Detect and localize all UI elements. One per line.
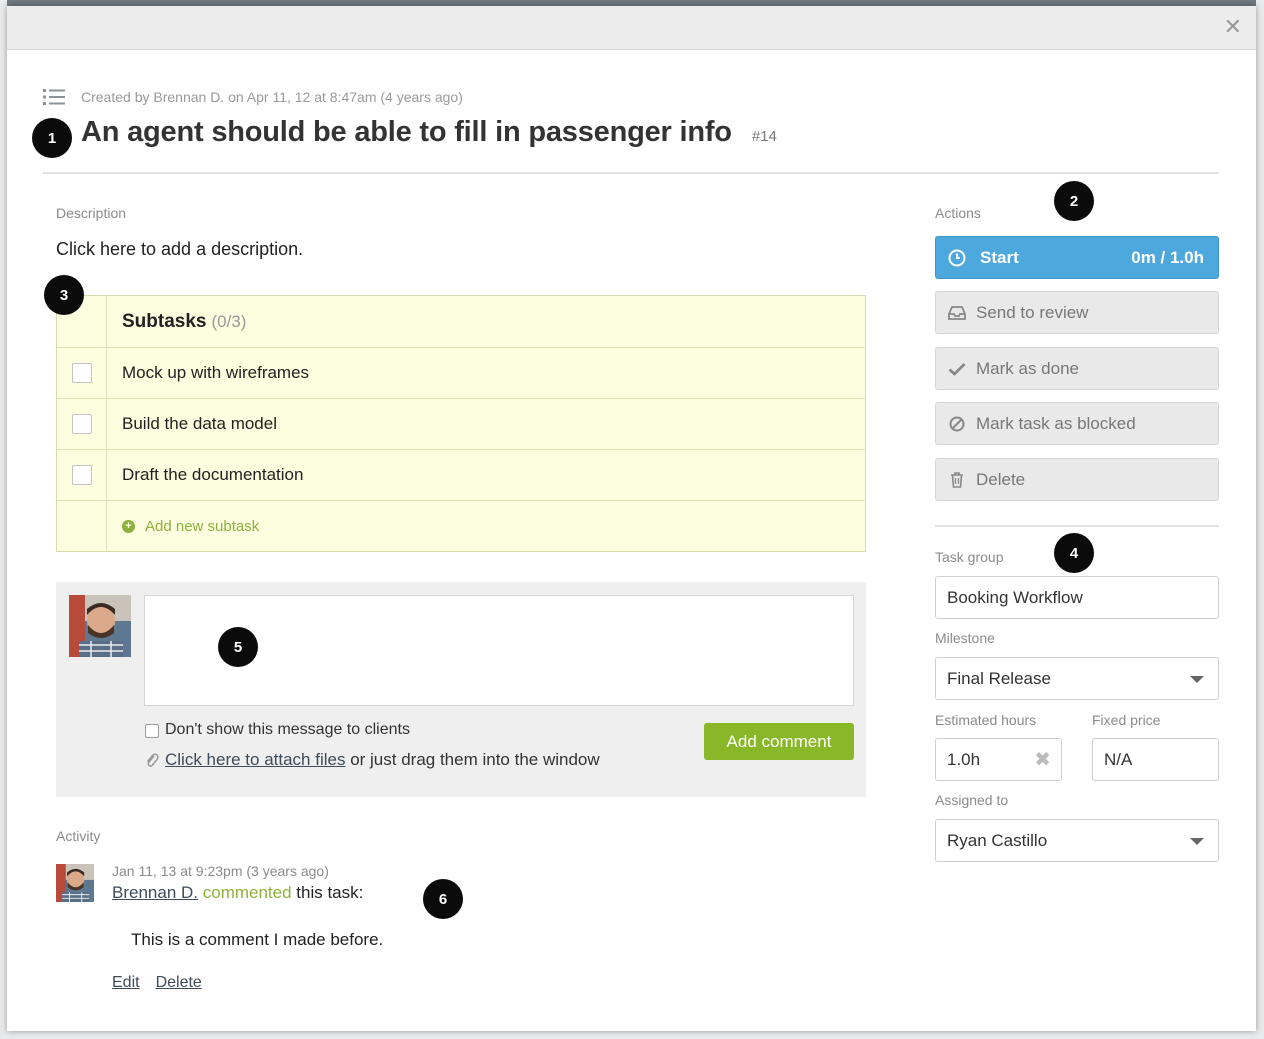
subtasks-title: Subtasks xyxy=(122,310,207,332)
add-subtask-label: Add new subtask xyxy=(145,517,260,535)
title-divider xyxy=(43,172,1219,174)
activity-actions: Edit Delete xyxy=(112,974,218,992)
activity-summary: Brennan D. commented this task: xyxy=(112,883,363,903)
milestone-value: Final Release xyxy=(947,668,1051,688)
close-icon[interactable]: ✕ xyxy=(1224,16,1242,38)
subtasks-panel: Subtasks (0/3) Mock up with wireframes B… xyxy=(56,295,866,552)
assigned-to-label: Assigned to xyxy=(935,792,1009,808)
subtask-checkbox[interactable] xyxy=(71,465,92,485)
task-group-value: Booking Workflow xyxy=(947,587,1083,607)
activity-user-link[interactable]: Brennan D. xyxy=(112,883,198,902)
actions-divider xyxy=(935,525,1219,527)
attach-files-line: Click here to attach files or just drag … xyxy=(165,750,600,770)
task-group-label: Task group xyxy=(935,549,1004,565)
fixed-price-field[interactable]: N/A xyxy=(1092,738,1219,781)
milestone-label: Milestone xyxy=(935,630,995,646)
hide-from-clients-label: Don't show this message to clients xyxy=(165,721,410,738)
hide-from-clients-checkbox[interactable] xyxy=(145,724,159,738)
description-label: Description xyxy=(56,205,127,221)
send-to-review-label: Send to review xyxy=(976,302,1089,322)
modal-header: ✕ xyxy=(7,6,1256,50)
activity-verb: commented xyxy=(202,883,292,902)
attach-files-hint: or just drag them into the window xyxy=(345,750,600,769)
delete-comment-link[interactable]: Delete xyxy=(156,974,202,991)
created-text: Created by Brennan D. on Apr 11, 12 at 8… xyxy=(81,89,463,105)
trash-icon xyxy=(948,471,966,489)
task-group-field[interactable]: Booking Workflow xyxy=(935,576,1219,619)
task-modal: ✕ Created by Brennan D. on Apr 11, 12 at… xyxy=(7,6,1256,1031)
time-tracked: 0m / 1.0h xyxy=(1131,247,1204,267)
blocked-icon xyxy=(948,415,966,433)
subtask-label[interactable]: Draft the documentation xyxy=(107,450,865,500)
estimated-hours-label: Estimated hours xyxy=(935,712,1037,728)
mark-as-done-button[interactable]: Mark as done xyxy=(935,347,1219,390)
actions-label: Actions xyxy=(935,205,981,221)
attach-files-link[interactable]: Click here to attach files xyxy=(165,750,345,769)
checkmark-icon xyxy=(948,360,966,378)
paperclip-icon xyxy=(146,753,159,767)
milestone-select[interactable]: Final Release xyxy=(935,657,1219,700)
add-subtask-row: + Add new subtask xyxy=(57,500,865,551)
subtasks-count: (0/3) xyxy=(211,311,247,331)
subtask-row: Draft the documentation xyxy=(57,449,865,500)
delete-task-button[interactable]: Delete xyxy=(935,458,1219,501)
plus-circle-icon: + xyxy=(122,519,135,533)
subtask-checkbox[interactable] xyxy=(71,363,92,383)
background-page-left xyxy=(0,0,7,1039)
add-comment-button[interactable]: Add comment xyxy=(704,723,854,760)
delete-task-label: Delete xyxy=(976,469,1026,489)
subtask-label[interactable]: Mock up with wireframes xyxy=(107,348,865,398)
comment-composer: Don't show this message to clients Click… xyxy=(56,582,866,797)
activity-label: Activity xyxy=(56,828,101,844)
avatar xyxy=(69,595,131,657)
avatar xyxy=(56,864,94,902)
add-subtask-button[interactable]: + Add new subtask xyxy=(122,518,259,535)
estimated-hours-value: 1.0h xyxy=(947,749,981,769)
subtask-checkbox[interactable] xyxy=(71,414,92,434)
title-row: An agent should be able to fill in passe… xyxy=(81,116,777,149)
annotation-badge-1: 1 xyxy=(32,118,72,158)
edit-comment-link[interactable]: Edit xyxy=(112,974,140,991)
subtasks-header: Subtasks (0/3) xyxy=(57,296,865,347)
estimated-hours-field[interactable]: 1.0h ✖ xyxy=(935,738,1062,781)
subtask-label[interactable]: Build the data model xyxy=(107,399,865,449)
clear-icon[interactable]: ✖ xyxy=(1034,750,1051,770)
annotation-badge-6: 6 xyxy=(423,879,463,919)
annotation-badge-5: 5 xyxy=(218,627,258,667)
chevron-down-icon xyxy=(1190,675,1204,683)
assignee-value: Ryan Castillo xyxy=(947,830,1048,850)
send-to-review-button[interactable]: Send to review xyxy=(935,291,1219,334)
activity-timestamp: Jan 11, 13 at 9:23pm (3 years ago) xyxy=(112,863,329,879)
clock-icon xyxy=(948,249,966,266)
chevron-down-icon xyxy=(1190,837,1204,845)
mark-as-done-label: Mark as done xyxy=(976,358,1079,378)
background-page-right xyxy=(1256,0,1264,1039)
list-icon xyxy=(43,89,65,105)
inbox-icon xyxy=(948,304,966,322)
mark-blocked-label: Mark task as blocked xyxy=(976,413,1136,433)
activity-comment-text: This is a comment I made before. xyxy=(131,930,384,949)
annotation-badge-4: 4 xyxy=(1054,533,1094,573)
start-timer-button[interactable]: Start 0m / 1.0h xyxy=(935,236,1219,279)
annotation-badge-3: 3 xyxy=(44,275,84,315)
annotation-badge-2: 2 xyxy=(1054,181,1094,221)
start-label: Start xyxy=(980,247,1019,267)
assignee-select[interactable]: Ryan Castillo xyxy=(935,819,1219,862)
description-placeholder[interactable]: Click here to add a description. xyxy=(56,239,303,260)
subtask-row: Mock up with wireframes xyxy=(57,347,865,398)
fixed-price-value: N/A xyxy=(1104,749,1133,769)
fixed-price-label: Fixed price xyxy=(1092,712,1161,728)
activity-object: this task: xyxy=(291,883,364,902)
mark-blocked-button[interactable]: Mark task as blocked xyxy=(935,402,1219,445)
subtask-row: Build the data model xyxy=(57,398,865,449)
page-title[interactable]: An agent should be able to fill in passe… xyxy=(81,116,732,149)
task-number: #14 xyxy=(751,128,777,145)
task-meta: Created by Brennan D. on Apr 11, 12 at 8… xyxy=(43,88,463,106)
